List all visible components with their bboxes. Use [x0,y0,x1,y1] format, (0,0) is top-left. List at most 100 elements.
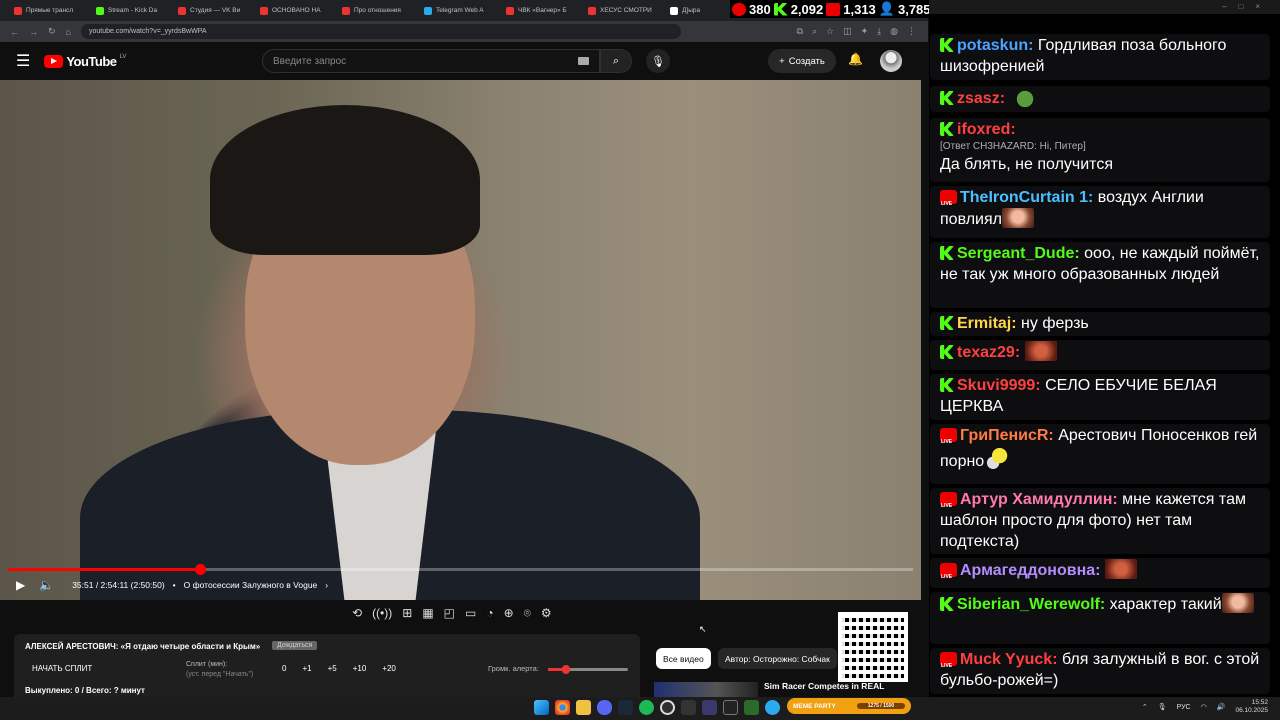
app3-icon[interactable] [744,700,759,715]
screenshot-camera-icon[interactable]: ⌾ [524,606,531,621]
kick-badge-icon [940,316,954,330]
keyboard-icon[interactable] [578,57,589,65]
downloads-icon[interactable]: ⤓ [877,26,881,37]
voice-search-button[interactable]: 🎙 [646,49,670,73]
split-plus10-button[interactable]: +10 [353,664,367,673]
menu-icon[interactable]: ☰ [16,51,30,71]
kick-badge-icon [940,122,954,136]
kick-badge-icon [940,91,954,105]
profile-icon[interactable]: ◍ [890,26,898,37]
search-button[interactable]: ⌕ [600,49,632,73]
add-frame-icon[interactable]: ⊕ [504,606,514,621]
telegram-icon[interactable] [765,700,780,715]
chip-all-videos[interactable]: Все видео [656,648,711,669]
extension-settings-gear-icon[interactable]: ⚙ [541,606,552,621]
browser-tab[interactable]: Про отношения [336,2,416,19]
forward-icon[interactable]: → [29,27,38,37]
video-progress-bar[interactable] [8,564,913,575]
loop-icon[interactable]: ⟲ [352,606,362,621]
browser-tab[interactable]: Студия — VK Ви [172,2,252,19]
search-input[interactable]: Введите запрос [262,49,600,73]
start-windows-icon[interactable] [534,700,549,715]
app-icon[interactable] [681,700,696,715]
clock[interactable]: 15:52 06.10.2025 [1235,699,1268,715]
chat-username[interactable]: Артур Хамидуллин [960,491,1112,508]
tab-label: Прямые трансл [26,7,74,14]
folder-icon[interactable] [576,700,591,715]
browser-menu-icon[interactable]: ⋮ [907,26,916,37]
vk-live-icon [826,2,841,16]
chat-username[interactable]: TheIronCurtain 1 [960,189,1088,206]
chat-username[interactable]: Ermitaj [957,315,1011,332]
create-button[interactable]: + Создать [768,49,836,73]
cinema-icon[interactable]: ▭ [465,606,476,621]
chevron-right-icon[interactable]: › [325,580,328,590]
video-player[interactable] [0,80,921,600]
browser-tab[interactable]: Прямые трансл [8,2,88,19]
alert-volume-knob[interactable] [562,665,570,674]
spotify-icon[interactable] [639,700,654,715]
chat-username[interactable]: Skuvi9999 [957,377,1035,394]
chrome-icon[interactable] [555,700,570,715]
audio-icon[interactable]: ((•)) [372,606,392,621]
chat-username[interactable]: ГриПенисR [960,427,1048,444]
alert-volume-slider[interactable] [548,665,628,674]
mic-tray-icon[interactable]: 🎙 [1158,703,1167,711]
chat-username[interactable]: Muck Yyuck [960,651,1052,668]
browser-tab[interactable]: ХЕСУС СМОТРИ [582,2,662,19]
split-status-badge[interactable]: Дождаться [272,641,318,650]
avatar[interactable] [880,50,902,72]
wifi-icon[interactable]: ◠ [1201,703,1207,711]
language-indicator[interactable]: РУС [1177,704,1191,711]
play-icon[interactable]: ▶ [16,578,25,592]
steam-icon[interactable] [618,700,633,715]
chat-username[interactable]: Sergeant_Dude [957,245,1074,262]
recommendation-title[interactable]: Sim Racer Competes in REAL [764,681,884,691]
browser-tab[interactable]: Stream - Kick Da [90,2,170,19]
discord-icon[interactable] [597,700,612,715]
crop-icon[interactable]: ◰ [444,606,455,621]
browser-tab[interactable]: ОСНОВАНО НА [254,2,334,19]
volume-tray-icon[interactable]: 🔊 [1217,703,1226,711]
split-label: Сплит (мин): [186,661,228,668]
clapper-icon[interactable]: ▦ [422,606,433,621]
chat-username[interactable]: ifoxred [957,121,1010,138]
search-icon: ⌕ [612,54,620,67]
split-video-title: АЛЕКСЕЙ АРЕСТОВИЧ: «Я отдаю четыре облас… [25,642,261,651]
volume-icon[interactable]: 🔈 [39,578,54,592]
split-plus20-button[interactable]: +20 [382,664,396,673]
app2-icon[interactable] [702,700,717,715]
chip-author[interactable]: Автор: Осторожно: Собчак [718,648,837,669]
split-plus1-button[interactable]: +1 [302,664,311,673]
window-controls-icon[interactable]: –□× [1222,2,1272,11]
bookmark-star-icon[interactable]: ☆ [826,26,834,37]
extensions-puzzle-icon[interactable]: ✦ [861,26,869,37]
chat-username[interactable]: Siberian_Werewolf [957,596,1100,613]
notifications-bell-icon[interactable]: 🔔 [848,52,863,66]
zoom-icon[interactable]: ⌕ [812,26,817,37]
split-plus5-button[interactable]: +5 [328,664,337,673]
watch-later-icon[interactable]: ⊞ [402,606,412,621]
chat-username[interactable]: zsasz [957,90,1000,107]
browser-tab[interactable]: Telegram Web A [418,2,498,19]
terminal-icon[interactable] [723,700,738,715]
chat-emote-icon [1024,341,1057,361]
extension-icon[interactable]: ◫ [843,26,852,37]
chat-username[interactable]: potaskun [957,37,1028,54]
chat-colon: : [1011,315,1022,332]
chapter-title[interactable]: О фотосессии Залужного в Vogue [184,580,318,590]
home-icon[interactable]: ⌂ [66,27,71,37]
browser-tab[interactable]: ЧВК «Вагнер» Б [500,2,580,19]
install-icon[interactable]: ⧉ [797,26,803,37]
obs-icon[interactable] [660,700,675,715]
chat-username[interactable]: texaz29 [957,344,1015,361]
tray-chevron-icon[interactable]: ⌃ [1142,703,1148,711]
back-icon[interactable]: ← [10,27,19,37]
speed-icon[interactable]: ◔ [486,606,493,621]
reload-icon[interactable]: ↻ [48,26,56,37]
url-field[interactable]: youtube.com/watch?v=_yyrdsBwWPA [80,24,681,39]
start-split-button[interactable]: НАЧАТЬ СПЛИТ [32,664,92,673]
chat-username[interactable]: Армагеддоновна [960,562,1095,579]
split-value[interactable]: 0 [282,664,286,673]
youtube-logo[interactable]: YouTube LV [44,54,126,69]
